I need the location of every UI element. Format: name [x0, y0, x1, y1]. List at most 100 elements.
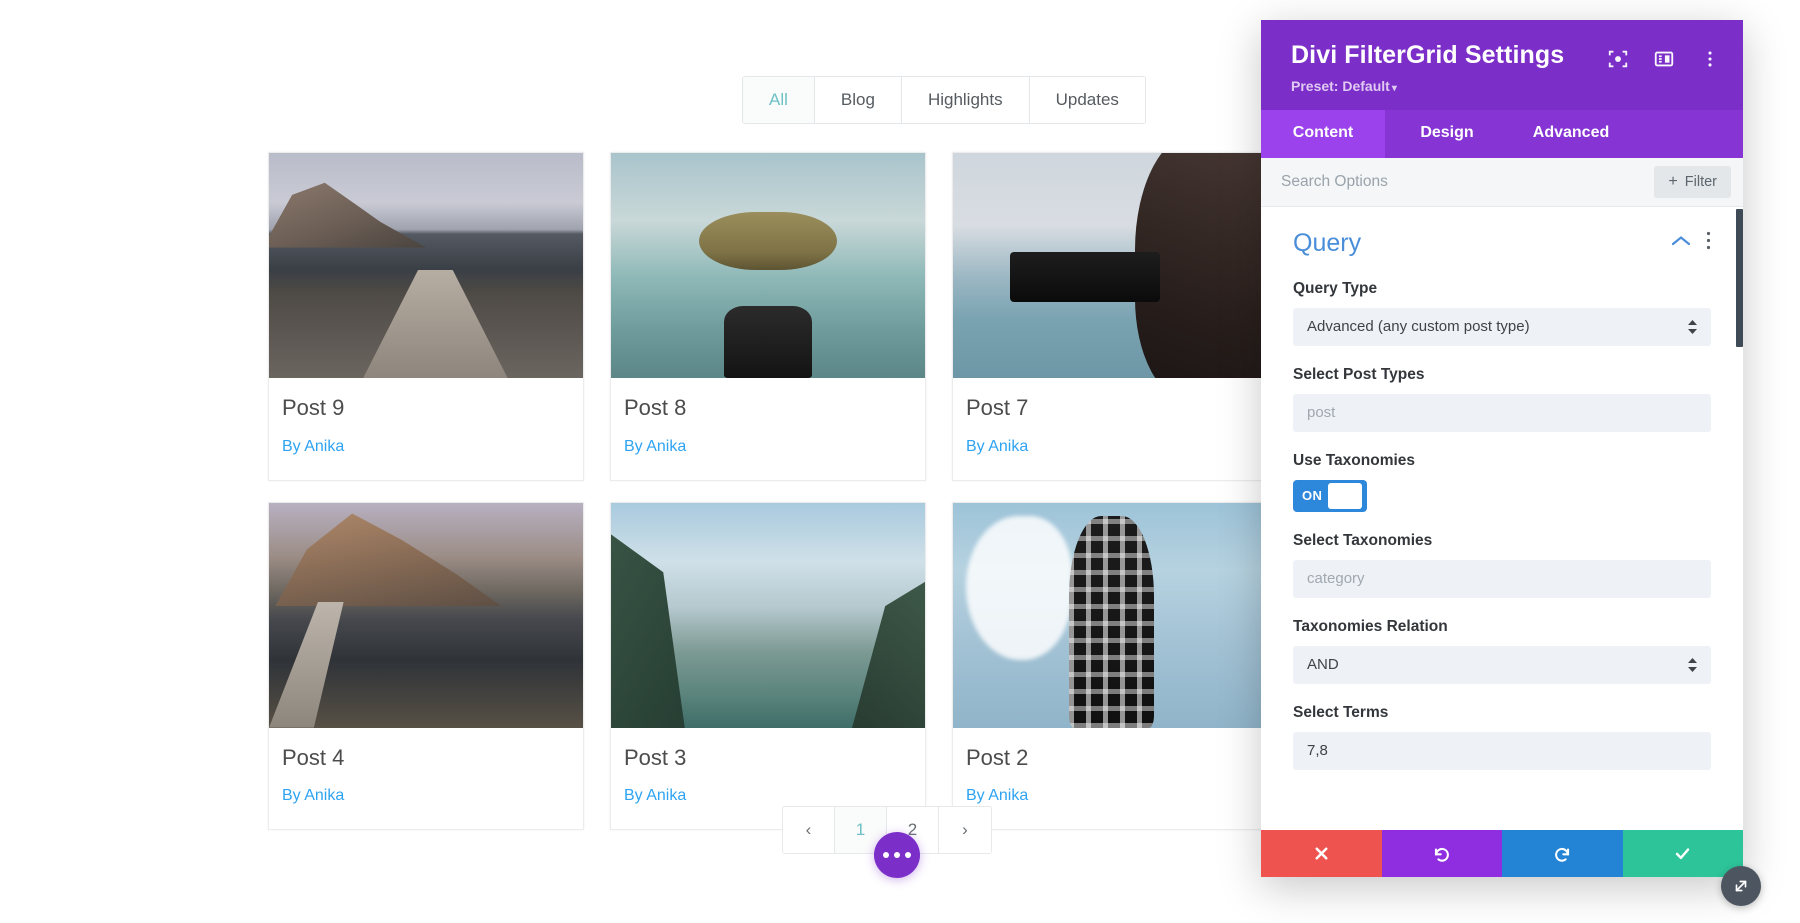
layout-columns-icon[interactable] [1653, 48, 1675, 70]
post-card-body: Post 8 By Anika [611, 378, 925, 480]
pagination-prev-button[interactable]: ‹ [783, 807, 835, 853]
select-terms-value: 7,8 [1307, 742, 1328, 759]
post-title: Post 3 [624, 744, 687, 770]
undo-arrow-icon [1435, 847, 1450, 862]
post-card[interactable]: Post 8 By Anika [610, 152, 926, 481]
post-author[interactable]: By Anika [282, 438, 570, 456]
post-title: Post 9 [282, 395, 345, 420]
dot-icon [905, 852, 911, 858]
use-taxonomies-toggle[interactable]: ON [1293, 479, 1367, 512]
redo-button[interactable] [1502, 830, 1623, 877]
panel-header: Divi FilterGrid Settings Preset: Default… [1261, 20, 1743, 110]
chevron-right-icon: › [962, 820, 968, 839]
cancel-button[interactable] [1261, 830, 1382, 877]
panel-header-icons [1607, 48, 1721, 70]
section-actions [1670, 231, 1711, 255]
post-filter-tabs: All Blog Highlights Updates [742, 76, 1146, 125]
filter-tab-label: All [769, 90, 788, 109]
panel-preset-selector[interactable]: Preset: Default ▾ [1291, 78, 1717, 94]
field-label: Select Terms [1293, 703, 1389, 721]
filter-tab-label: Highlights [927, 90, 1003, 109]
pagination-page-label: 1 [855, 820, 866, 839]
post-card-body: Post 7 By Anika [953, 378, 1267, 480]
tab-label: Advanced [1532, 123, 1610, 141]
taxonomies-relation-value: AND [1307, 656, 1339, 673]
kebab-menu-icon[interactable] [1699, 48, 1721, 70]
post-author[interactable]: By Anika [966, 438, 1254, 456]
tab-advanced[interactable]: Advanced [1509, 110, 1633, 158]
post-author[interactable]: By Anika [966, 787, 1254, 805]
search-row: + Filter [1261, 157, 1743, 207]
field-label: Select Post Types [1293, 365, 1425, 383]
tab-design[interactable]: Design [1385, 110, 1509, 158]
undo-button[interactable] [1381, 830, 1502, 877]
tab-content[interactable]: Content [1261, 109, 1385, 158]
toggle-knob [1328, 482, 1363, 509]
chevron-up-icon[interactable] [1670, 234, 1692, 253]
post-grid-row: Post 4 By Anika Post 3 By Anika Post 2 B… [268, 501, 1268, 831]
post-card[interactable]: Post 2 By Anika [952, 501, 1268, 831]
post-thumbnail-lake-louise-valley [611, 502, 925, 728]
focus-target-icon[interactable] [1607, 48, 1629, 70]
post-card-body: Post 4 By Anika [269, 728, 583, 830]
panel-scrollbar-thumb[interactable] [1736, 208, 1743, 347]
select-terms-input[interactable]: 7,8 [1293, 731, 1711, 770]
panel-resize-handle[interactable] [1721, 866, 1761, 906]
pagination-next-button[interactable]: › [939, 807, 991, 853]
post-card[interactable]: Post 7 By Anika [952, 152, 1268, 481]
filter-tab-updates[interactable]: Updates [1029, 77, 1145, 124]
search-options-input[interactable] [1281, 166, 1655, 197]
save-button[interactable] [1622, 830, 1743, 877]
query-section-header: Query [1293, 229, 1711, 258]
post-thumbnail-mountain-lake-pier [269, 153, 583, 378]
post-grid-row: Post 9 By Anika Post 8 By Anika Post 7 B… [268, 152, 1268, 481]
add-filter-button[interactable]: + Filter [1654, 165, 1731, 198]
post-author[interactable]: By Anika [282, 787, 570, 805]
select-arrows-icon [1688, 319, 1697, 334]
panel-body: Query Query Type Advanced (any custom po… [1261, 206, 1743, 831]
post-thumbnail-person-phone-camera [953, 153, 1267, 378]
post-card[interactable]: Post 4 By Anika [268, 501, 584, 831]
filter-tab-blog[interactable]: Blog [814, 77, 902, 124]
post-thumbnail-person-plaid-shirt-sky [953, 502, 1267, 728]
field-select-post-types: Select Post Types post [1293, 366, 1711, 432]
checkmark-icon [1676, 848, 1690, 860]
filter-tab-all[interactable]: All [743, 77, 815, 124]
field-label: Query Type [1293, 279, 1378, 297]
field-label: Taxonomies Relation [1293, 617, 1448, 635]
chevron-down-icon: ▾ [1391, 82, 1397, 94]
floating-more-options-button[interactable] [874, 832, 920, 878]
field-select-taxonomies: Select Taxonomies category [1293, 532, 1711, 598]
section-title: Query [1293, 228, 1362, 257]
select-post-types-value: post [1307, 404, 1336, 421]
query-type-value: Advanced (any custom post type) [1307, 318, 1530, 335]
panel-scrollbar[interactable] [1735, 207, 1743, 831]
add-filter-label: Filter [1684, 173, 1717, 190]
post-title: Post 7 [966, 395, 1029, 420]
query-type-select[interactable]: Advanced (any custom post type) [1293, 307, 1711, 346]
filter-tab-label: Blog [840, 90, 875, 109]
filter-tab-label: Updates [1055, 90, 1119, 109]
post-author[interactable]: By Anika [624, 787, 912, 805]
dot-icon [883, 852, 889, 858]
field-query-type: Query Type Advanced (any custom post typ… [1293, 280, 1711, 346]
select-taxonomies-value: category [1307, 570, 1365, 587]
panel-preset-label: Preset: Default [1291, 77, 1390, 94]
post-author[interactable]: By Anika [624, 438, 912, 456]
post-card[interactable]: Post 9 By Anika [268, 152, 584, 481]
post-card[interactable]: Post 3 By Anika [610, 501, 926, 831]
field-select-terms: Select Terms 7,8 [1293, 704, 1711, 770]
panel-footer [1261, 830, 1743, 877]
filter-tab-highlights[interactable]: Highlights [901, 77, 1030, 124]
select-taxonomies-input[interactable]: category [1293, 559, 1711, 598]
field-label: Use Taxonomies [1293, 451, 1416, 469]
kebab-menu-icon[interactable] [1706, 231, 1711, 255]
dot-icon [894, 852, 900, 858]
taxonomies-relation-select[interactable]: AND [1293, 645, 1711, 684]
field-use-taxonomies: Use Taxonomies ON [1293, 452, 1711, 512]
select-post-types-input[interactable]: post [1293, 393, 1711, 432]
toggle-state-label: ON [1302, 488, 1323, 503]
post-thumbnail-mountain-lake-bridge [269, 502, 583, 728]
post-thumbnail-coin-binoculars-lake [611, 153, 925, 378]
redo-arrow-icon [1554, 847, 1569, 862]
